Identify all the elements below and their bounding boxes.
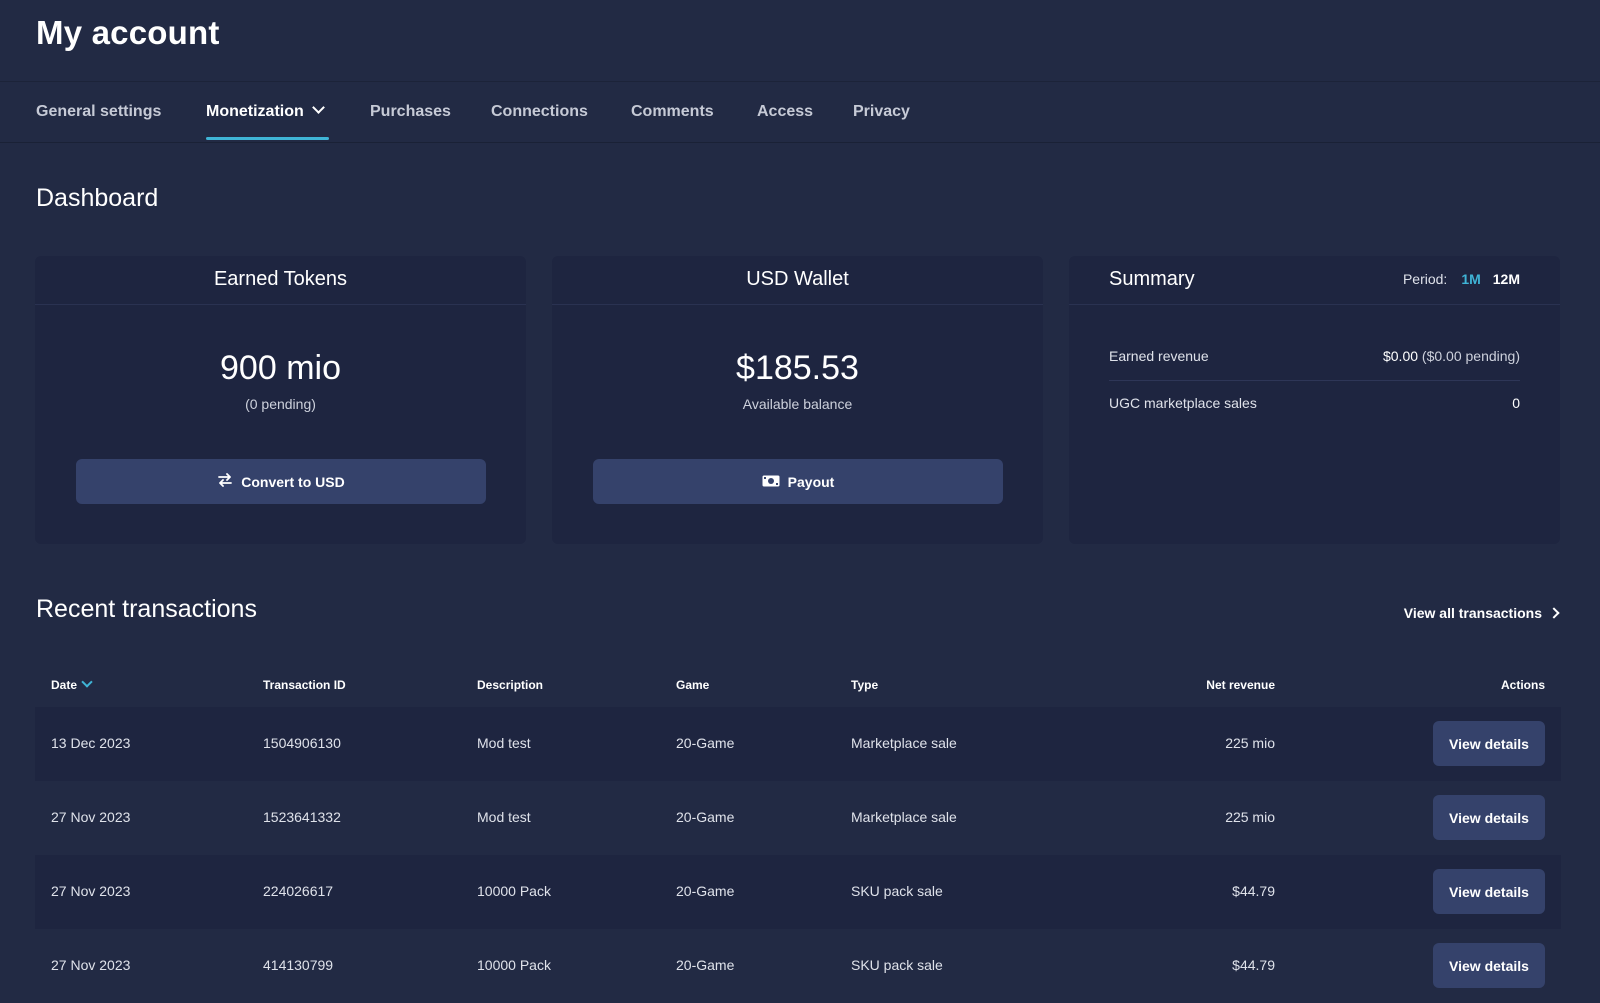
- chevron-down-icon: [311, 101, 325, 114]
- convert-to-usd-label: Convert to USD: [241, 473, 345, 490]
- cell-transaction-id: 1504906130: [263, 735, 341, 751]
- card-header: Earned Tokens: [35, 256, 526, 305]
- card-header: Summary Period: 1M 12M: [1069, 256, 1560, 305]
- summary-card: Summary Period: 1M 12M Earned revenue $0…: [1069, 256, 1560, 544]
- cell-description: 10000 Pack: [477, 957, 551, 973]
- usd-wallet-title: USD Wallet: [746, 268, 849, 290]
- table-row: 13 Dec 2023 1504906130 Mod test 20-Game …: [35, 707, 1561, 781]
- earned-revenue-pending: ($0.00 pending): [1421, 348, 1520, 364]
- convert-to-usd-button[interactable]: Convert to USD: [76, 459, 486, 504]
- cell-game: 20-Game: [676, 883, 735, 899]
- summary-divider: [1109, 380, 1520, 381]
- cell-description: 10000 Pack: [477, 883, 551, 899]
- dashboard-title: Dashboard: [36, 184, 159, 212]
- tab-general-settings[interactable]: General settings: [36, 82, 161, 142]
- cell-type: SKU pack sale: [851, 957, 943, 973]
- period-label: Period:: [1402, 271, 1448, 287]
- card-header: USD Wallet: [552, 256, 1043, 305]
- earned-revenue-label: Earned revenue: [1109, 348, 1209, 364]
- cell-net-revenue: 225 mio: [1225, 809, 1275, 825]
- transactions-table: Date Transaction ID Description Game Typ…: [35, 664, 1561, 1003]
- swap-arrows-icon: [217, 473, 233, 490]
- cell-date: 27 Nov 2023: [51, 883, 131, 899]
- cell-game: 20-Game: [676, 809, 735, 825]
- chevron-right-icon: [1548, 607, 1560, 619]
- earned-revenue-amount: $0.00: [1382, 348, 1419, 364]
- period-option-1m[interactable]: 1M: [1461, 271, 1480, 287]
- earned-revenue-value: $0.00 ($0.00 pending): [1383, 348, 1520, 364]
- ugc-sales-label: UGC marketplace sales: [1109, 395, 1257, 411]
- cash-icon: [762, 474, 780, 490]
- column-header-transaction-id: Transaction ID: [263, 678, 346, 692]
- earned-tokens-pending: (0 pending): [245, 396, 316, 412]
- cell-type: Marketplace sale: [851, 735, 957, 751]
- usd-wallet-sub: Available balance: [742, 396, 853, 412]
- cell-type: Marketplace sale: [851, 809, 957, 825]
- column-header-game: Game: [676, 678, 710, 692]
- cell-date: 13 Dec 2023: [51, 735, 131, 751]
- cell-type: SKU pack sale: [851, 883, 943, 899]
- period-selector: Period: 1M 12M: [1403, 271, 1520, 287]
- cell-date: 27 Nov 2023: [51, 957, 131, 973]
- cell-net-revenue: $44.79: [1232, 957, 1275, 973]
- payout-button[interactable]: Payout: [593, 459, 1003, 504]
- ugc-sales-value: 0: [1512, 395, 1520, 411]
- table-row: 27 Nov 2023 224026617 10000 Pack 20-Game…: [35, 855, 1561, 929]
- tab-comments[interactable]: Comments: [631, 82, 714, 142]
- cell-net-revenue: $44.79: [1232, 883, 1275, 899]
- view-all-transactions-label: View all transactions: [1403, 605, 1542, 621]
- view-details-button[interactable]: View details: [1433, 721, 1545, 766]
- table-row: 27 Nov 2023 414130799 10000 Pack 20-Game…: [35, 929, 1561, 1003]
- table-header-row: Date Transaction ID Description Game Typ…: [35, 664, 1561, 707]
- tab-connections[interactable]: Connections: [491, 82, 588, 142]
- cell-description: Mod test: [477, 735, 531, 751]
- earned-tokens-value: 900 mio: [220, 349, 341, 387]
- column-header-type: Type: [851, 678, 879, 692]
- view-details-button[interactable]: View details: [1433, 943, 1545, 988]
- column-header-date-label: Date: [51, 678, 78, 692]
- cell-date: 27 Nov 2023: [51, 809, 131, 825]
- table-row: 27 Nov 2023 1523641332 Mod test 20-Game …: [35, 781, 1561, 855]
- usd-wallet-card: USD Wallet $185.53 Available balance Pay…: [552, 256, 1043, 544]
- column-header-date[interactable]: Date: [51, 676, 93, 692]
- payout-label: Payout: [787, 473, 835, 490]
- page-header: My account: [0, 0, 1600, 81]
- tab-monetization-label: Monetization: [206, 103, 304, 120]
- active-tab-indicator: [206, 137, 329, 140]
- view-details-button[interactable]: View details: [1433, 869, 1545, 914]
- column-header-description: Description: [477, 678, 544, 692]
- tab-monetization[interactable]: Monetization: [206, 82, 325, 142]
- earned-tokens-title: Earned Tokens: [213, 268, 348, 290]
- usd-wallet-value: $185.53: [736, 349, 859, 387]
- sort-desc-icon: [81, 676, 93, 688]
- view-details-button[interactable]: View details: [1433, 795, 1545, 840]
- tab-bar: General settings Monetization Purchases …: [0, 81, 1600, 143]
- page-title: My account: [36, 14, 220, 51]
- earned-tokens-card: Earned Tokens 900 mio (0 pending) Conver…: [35, 256, 526, 544]
- cell-net-revenue: 225 mio: [1225, 735, 1275, 751]
- cell-transaction-id: 414130799: [263, 957, 334, 973]
- cell-description: Mod test: [477, 809, 531, 825]
- cell-transaction-id: 1523641332: [263, 809, 341, 825]
- column-header-actions: Actions: [1500, 678, 1545, 692]
- period-option-12m[interactable]: 12M: [1493, 271, 1520, 287]
- cell-transaction-id: 224026617: [263, 883, 334, 899]
- cell-game: 20-Game: [676, 735, 735, 751]
- tab-purchases[interactable]: Purchases: [370, 82, 451, 142]
- tab-privacy[interactable]: Privacy: [853, 82, 910, 142]
- summary-title: Summary: [1109, 268, 1195, 290]
- column-header-net-revenue: Net revenue: [1206, 678, 1275, 692]
- recent-transactions-title: Recent transactions: [36, 595, 257, 623]
- tab-access[interactable]: Access: [757, 82, 813, 142]
- view-all-transactions-link[interactable]: View all transactions: [1403, 605, 1560, 621]
- cell-game: 20-Game: [676, 957, 735, 973]
